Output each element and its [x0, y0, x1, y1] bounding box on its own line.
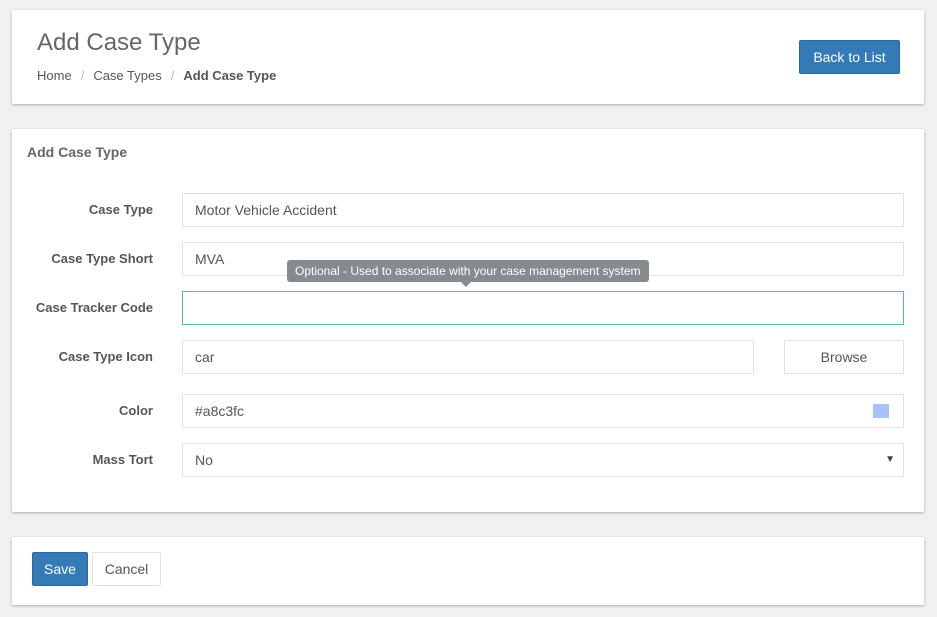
tooltip-text: Optional - Used to associate with your c…	[295, 264, 641, 278]
case-type-icon-input[interactable]: car	[182, 340, 754, 374]
case-type-icon-row: Case Type Icon car Browse	[12, 340, 924, 374]
page-title: Add Case Type	[37, 29, 201, 56]
mass-tort-selected-value: No	[195, 452, 213, 468]
color-swatch	[873, 404, 889, 418]
cancel-button[interactable]: Cancel	[92, 552, 161, 586]
breadcrumb-home[interactable]: Home	[37, 68, 72, 83]
form-panel: Add Case Type Case Type Motor Vehicle Ac…	[12, 129, 924, 512]
case-type-icon-label: Case Type Icon	[58, 349, 153, 364]
back-to-list-button[interactable]: Back to List	[799, 40, 900, 74]
breadcrumb-case-types[interactable]: Case Types	[93, 68, 161, 83]
actions-panel: Save Cancel	[12, 537, 924, 605]
breadcrumb-separator: /	[170, 68, 175, 83]
breadcrumb-separator: /	[80, 68, 85, 83]
page-header: Add Case Type Home / Case Types / Add Case T…	[12, 10, 924, 104]
color-row: Color #a8c3fc	[12, 394, 924, 428]
case-tracker-code-row: Case Tracker Code	[12, 291, 924, 325]
case-type-input[interactable]: Motor Vehicle Accident	[182, 193, 904, 227]
breadcrumb: Home / Case Types / Add Case Type	[37, 68, 276, 83]
tooltip-arrow	[461, 282, 471, 287]
case-type-label: Case Type	[88, 202, 153, 217]
case-type-row: Case Type Motor Vehicle Accident	[12, 193, 924, 227]
save-button[interactable]: Save	[32, 552, 88, 586]
color-label: Color	[119, 403, 153, 418]
mass-tort-select[interactable]: No ▼	[182, 443, 904, 477]
case-tracker-code-label: Case Tracker Code	[35, 300, 153, 315]
browse-button[interactable]: Browse	[784, 340, 904, 374]
color-input[interactable]: #a8c3fc	[182, 394, 861, 428]
mass-tort-row: Mass Tort No ▼	[12, 443, 924, 477]
color-picker-button[interactable]	[860, 394, 904, 428]
mass-tort-label: Mass Tort	[92, 452, 153, 467]
case-tracker-code-input[interactable]	[182, 291, 904, 325]
caret-down-icon: ▼	[885, 454, 895, 465]
tracker-code-tooltip: Optional - Used to associate with your c…	[287, 260, 649, 287]
breadcrumb-current: Add Case Type	[183, 68, 277, 83]
case-type-short-label: Case Type Short	[51, 251, 153, 266]
form-title: Add Case Type	[27, 144, 128, 160]
